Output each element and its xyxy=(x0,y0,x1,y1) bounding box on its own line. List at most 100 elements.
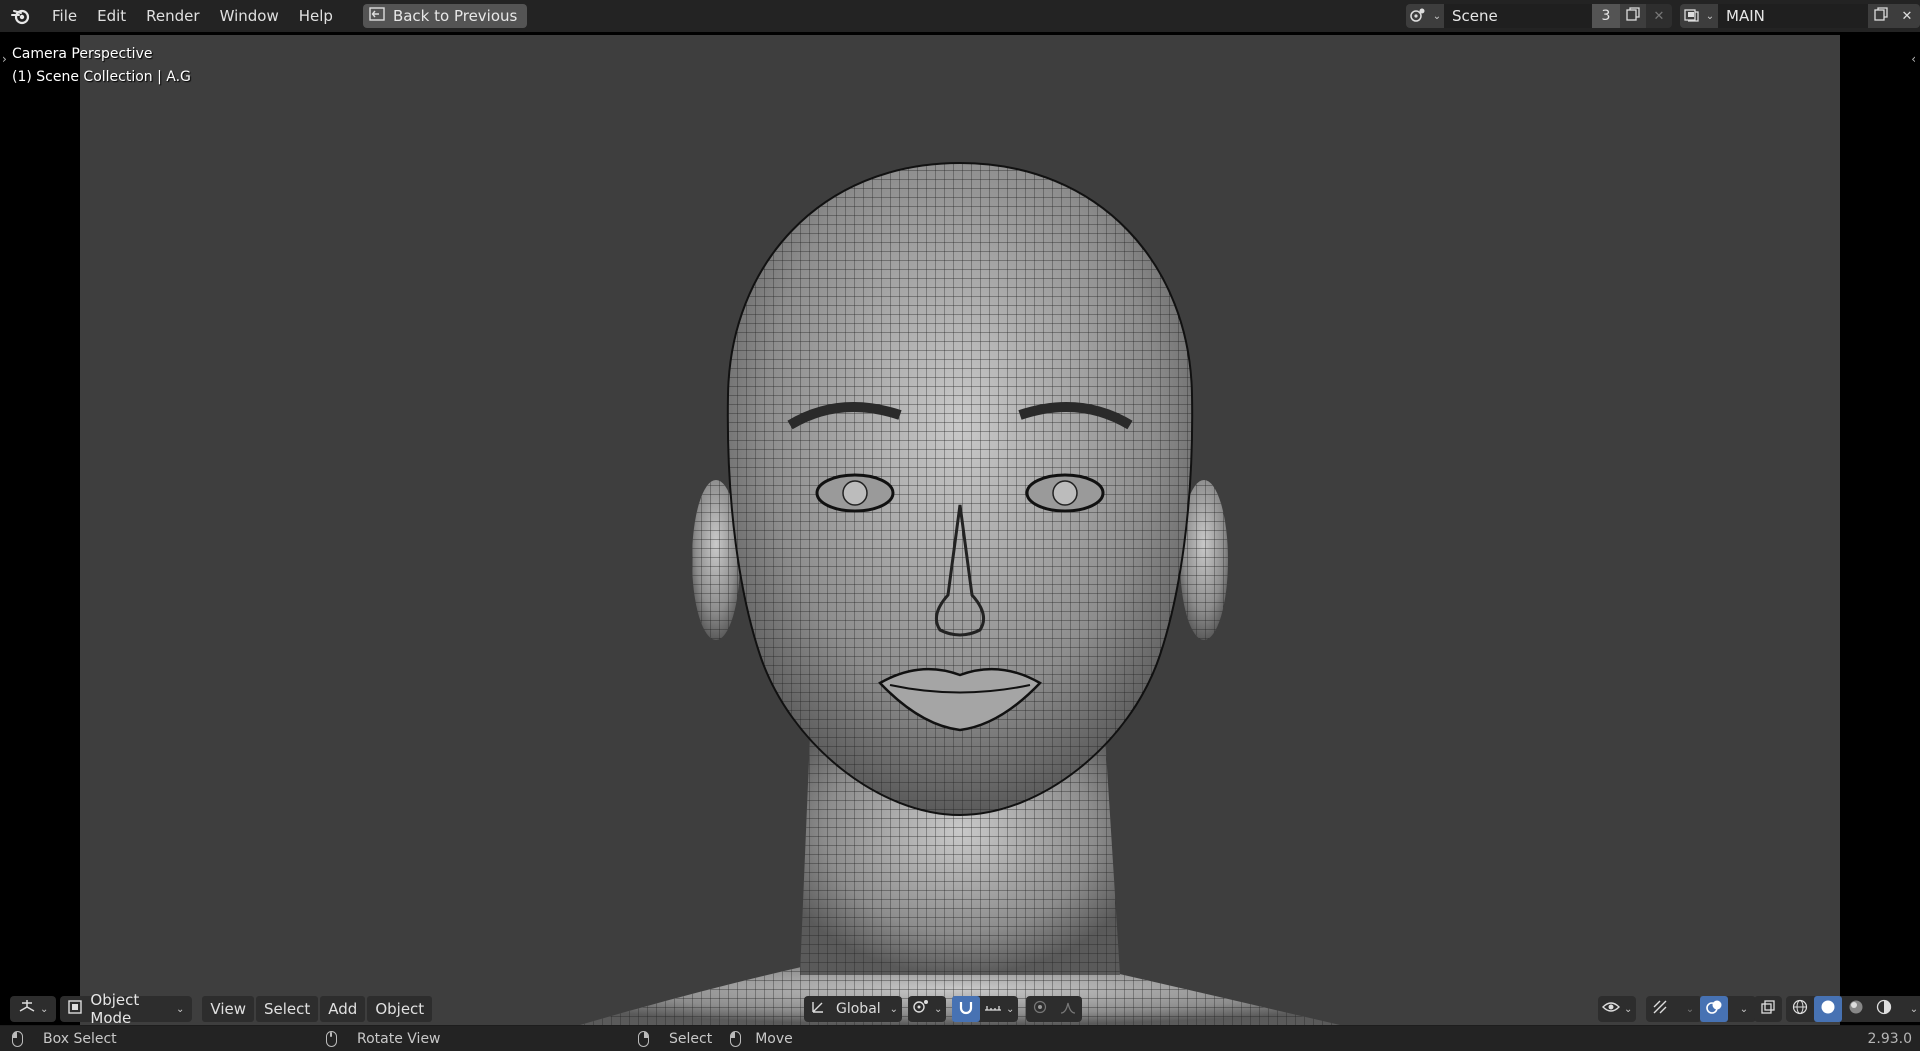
new-scene-button[interactable] xyxy=(1620,4,1646,28)
blender-logo-icon[interactable] xyxy=(10,5,32,27)
viewport-collection-label: (1) Scene Collection | A.G xyxy=(12,69,191,85)
gizmo-icon xyxy=(1651,999,1669,1019)
editor-type-button[interactable]: ⌄ xyxy=(10,996,57,1022)
viewport-menu-object[interactable]: Object xyxy=(367,996,433,1022)
transform-orientation-dropdown[interactable]: Global ⌄ xyxy=(804,996,902,1022)
scene-name-field[interactable]: Scene xyxy=(1444,4,1592,28)
shading-controls: ⌄ xyxy=(1786,996,1920,1022)
pivot-point-selector[interactable]: ⌄ xyxy=(908,996,947,1022)
left-mouse-drag-icon xyxy=(730,1030,742,1047)
orientation-label: Global xyxy=(836,1001,881,1017)
menu-edit[interactable]: Edit xyxy=(87,3,136,29)
snap-increment-icon xyxy=(984,1000,1002,1018)
chevron-down-icon: ⌄ xyxy=(889,1003,898,1015)
snapping-controls: ⌄ xyxy=(952,996,1019,1022)
transform-orientation-selector[interactable]: Global ⌄ xyxy=(804,996,902,1022)
overlay-controls: ⌄ xyxy=(1700,996,1756,1022)
delete-scene-button[interactable]: ✕ xyxy=(1646,4,1672,28)
shading-dropdown[interactable]: ⌄ xyxy=(1898,996,1920,1022)
overlay-icon xyxy=(1706,999,1722,1019)
status-left-mouse-hint: Box Select xyxy=(12,1030,117,1047)
viewport-perspective-label: Camera Perspective xyxy=(12,46,153,62)
proportional-editing-controls xyxy=(1026,996,1082,1022)
viewport-editor-icon xyxy=(18,999,36,1019)
proportional-editing-icon xyxy=(1033,1000,1047,1018)
material-sphere-icon xyxy=(1848,999,1864,1019)
right-mouse-icon xyxy=(638,1030,649,1047)
view-layer-browse-button[interactable]: ⌄ xyxy=(1680,4,1718,28)
shading-material-button[interactable] xyxy=(1842,996,1870,1022)
proportional-editing-toggle[interactable] xyxy=(1026,996,1054,1022)
status-box-select-label: Box Select xyxy=(43,1030,117,1047)
close-icon: ✕ xyxy=(1653,8,1665,24)
menu-render[interactable]: Render xyxy=(136,3,209,29)
viewport-menu-view[interactable]: View xyxy=(202,996,254,1022)
toolbar-expand-arrow-icon[interactable]: › xyxy=(2,52,7,66)
menu-file[interactable]: File xyxy=(42,3,87,29)
xray-controls xyxy=(1754,996,1782,1022)
chevron-down-icon: ⌄ xyxy=(1909,1003,1919,1015)
wireframe-sphere-icon xyxy=(1792,999,1808,1019)
shading-wireframe-button[interactable] xyxy=(1786,996,1814,1022)
chevron-down-icon: ⌄ xyxy=(934,1003,943,1015)
duplicate-icon xyxy=(1626,7,1640,25)
falloff-curve-icon xyxy=(1060,1000,1076,1018)
visibility-controls: ⌄ xyxy=(1598,996,1637,1022)
duplicate-icon xyxy=(1874,7,1888,25)
view-layer-name-field[interactable]: MAIN xyxy=(1718,4,1868,28)
overlays-dropdown[interactable]: ⌄ xyxy=(1728,996,1756,1022)
viewport-header: ⌄ Object Mode ⌄ View Select Add Object G… xyxy=(0,991,1920,1027)
viewport-menu-select[interactable]: Select xyxy=(256,996,319,1022)
close-icon: ✕ xyxy=(1901,8,1913,24)
chevron-down-icon: ⌄ xyxy=(1705,10,1715,22)
left-mouse-icon xyxy=(12,1030,23,1047)
chevron-down-icon: ⌄ xyxy=(40,1003,49,1015)
snap-toggle[interactable] xyxy=(952,996,980,1022)
menu-help[interactable]: Help xyxy=(289,3,343,29)
3d-viewport[interactable]: › ‹ Camera Perspective (1) Scene Collect… xyxy=(0,32,1920,1025)
view-layer-icon xyxy=(1684,8,1700,25)
gizmo-toggle[interactable] xyxy=(1646,996,1674,1022)
orientation-icon xyxy=(810,999,826,1019)
status-right-mouse-hint: Select Move xyxy=(638,1030,793,1047)
top-bar: File Edit Render Window Help Back to Pre… xyxy=(0,0,1920,32)
chevron-down-icon: ⌄ xyxy=(1739,1003,1749,1015)
chevron-down-icon: ⌄ xyxy=(1624,1003,1633,1015)
status-middle-mouse-hint: Rotate View xyxy=(326,1030,441,1047)
scene-and-layer-controls: ⌄ Scene 3 ✕ ⌄ MAIN ✕ xyxy=(1406,3,1920,29)
gizmo-dropdown[interactable]: ⌄ xyxy=(1674,996,1702,1022)
gizmo-controls: ⌄ xyxy=(1646,996,1702,1022)
status-bar: Box Select Rotate View Select Move 2.93.… xyxy=(0,1026,1920,1051)
back-icon xyxy=(369,7,385,25)
rendered-sphere-icon xyxy=(1876,999,1892,1019)
sidebar-expand-arrow-icon[interactable]: ‹ xyxy=(1911,52,1916,66)
scene-users-count[interactable]: 3 xyxy=(1592,4,1620,28)
viewport-menu-add[interactable]: Add xyxy=(320,996,366,1022)
status-rotate-view-label: Rotate View xyxy=(357,1030,441,1047)
snap-target-dropdown[interactable]: ⌄ xyxy=(980,996,1018,1022)
shading-rendered-button[interactable] xyxy=(1870,996,1898,1022)
shading-solid-button[interactable] xyxy=(1814,996,1842,1022)
back-to-previous-button[interactable]: Back to Previous xyxy=(362,4,528,28)
overlays-toggle[interactable] xyxy=(1700,996,1728,1022)
object-visibility-dropdown[interactable]: ⌄ xyxy=(1598,996,1636,1022)
object-mode-icon xyxy=(68,1000,83,1018)
version-label: 2.93.0 xyxy=(1867,1030,1912,1047)
proportional-falloff-dropdown[interactable] xyxy=(1054,996,1082,1022)
mode-selector[interactable]: Object Mode ⌄ xyxy=(60,991,193,1027)
chevron-down-icon: ⌄ xyxy=(176,1003,185,1015)
middle-mouse-icon xyxy=(326,1030,337,1047)
head-wireframe-mesh xyxy=(580,161,1340,1025)
delete-view-layer-button[interactable]: ✕ xyxy=(1894,4,1920,28)
xray-toggle[interactable] xyxy=(1754,996,1782,1022)
pivot-icon xyxy=(912,999,930,1019)
xray-icon xyxy=(1761,1000,1775,1018)
chevron-down-icon: ⌄ xyxy=(1432,10,1442,22)
view-layer-selector: ⌄ MAIN ✕ xyxy=(1680,4,1920,28)
pivot-point-dropdown[interactable]: ⌄ xyxy=(908,996,946,1022)
new-view-layer-button[interactable] xyxy=(1868,4,1894,28)
eye-icon xyxy=(1602,1000,1620,1018)
scene-browse-button[interactable]: ⌄ xyxy=(1406,4,1444,28)
menu-window[interactable]: Window xyxy=(210,3,289,29)
chevron-down-icon: ⌄ xyxy=(1006,1003,1015,1015)
